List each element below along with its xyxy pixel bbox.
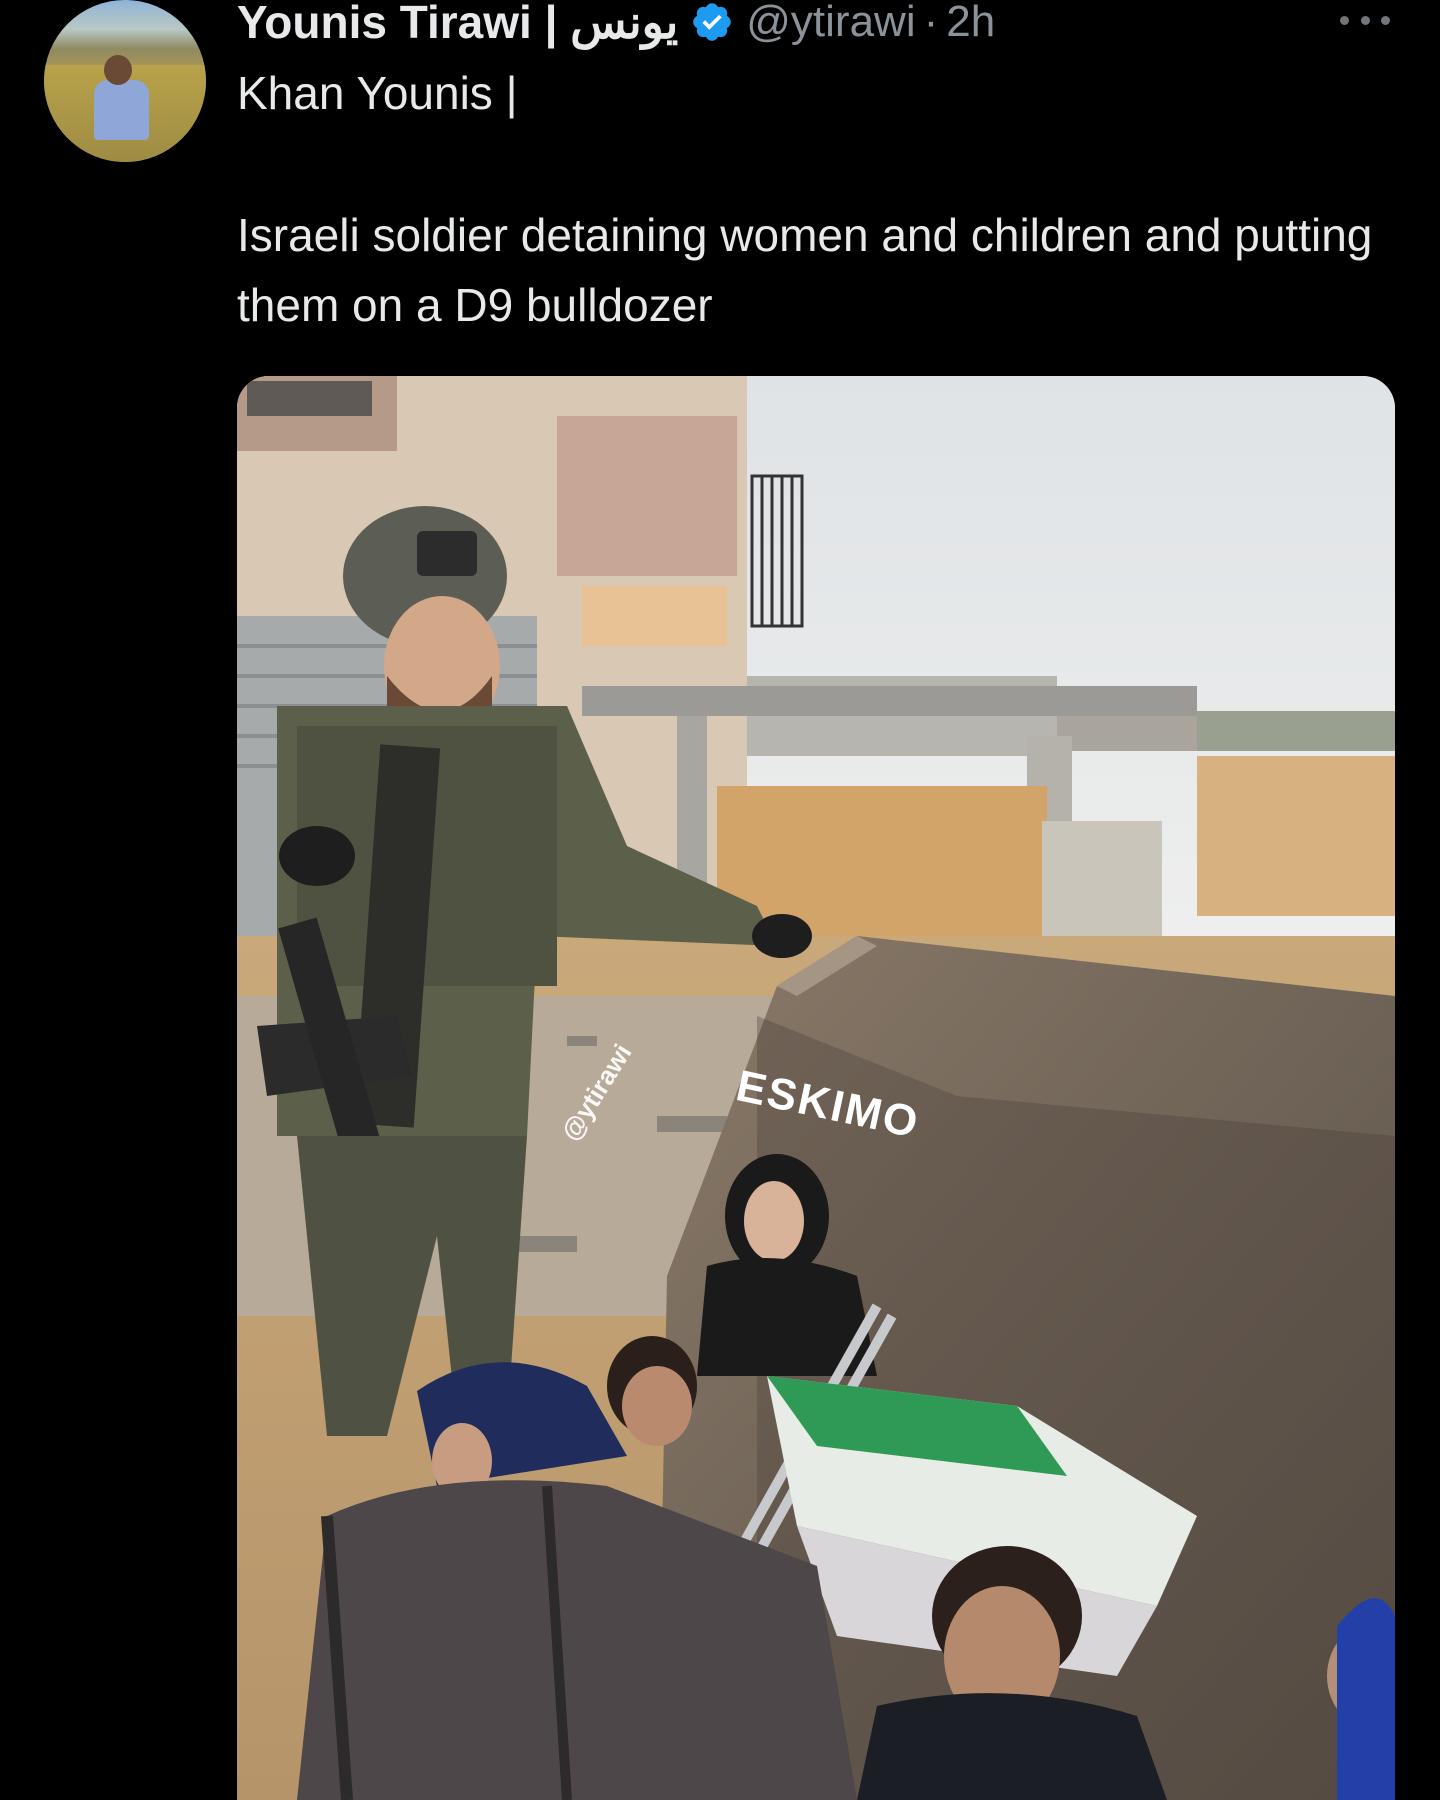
tweet[interactable]: Younis Tirawi | يونس @ytirawi · 2h Khan … (0, 0, 1440, 1800)
tweet-location-text: Khan Younis | (237, 67, 518, 119)
display-name[interactable]: Younis Tirawi | يونس (237, 0, 678, 49)
avatar[interactable] (44, 0, 206, 162)
separator-dot: · (923, 0, 939, 46)
timestamp[interactable]: 2h (946, 0, 995, 47)
tweet-header: Younis Tirawi | يونس @ytirawi · 2h (237, 0, 995, 50)
user-handle[interactable]: @ytirawi (746, 0, 915, 47)
verified-badge-icon (690, 0, 734, 44)
more-horizontal-icon[interactable] (1340, 12, 1390, 28)
tweet-text: Israeli soldier detaining women and chil… (237, 209, 1373, 331)
